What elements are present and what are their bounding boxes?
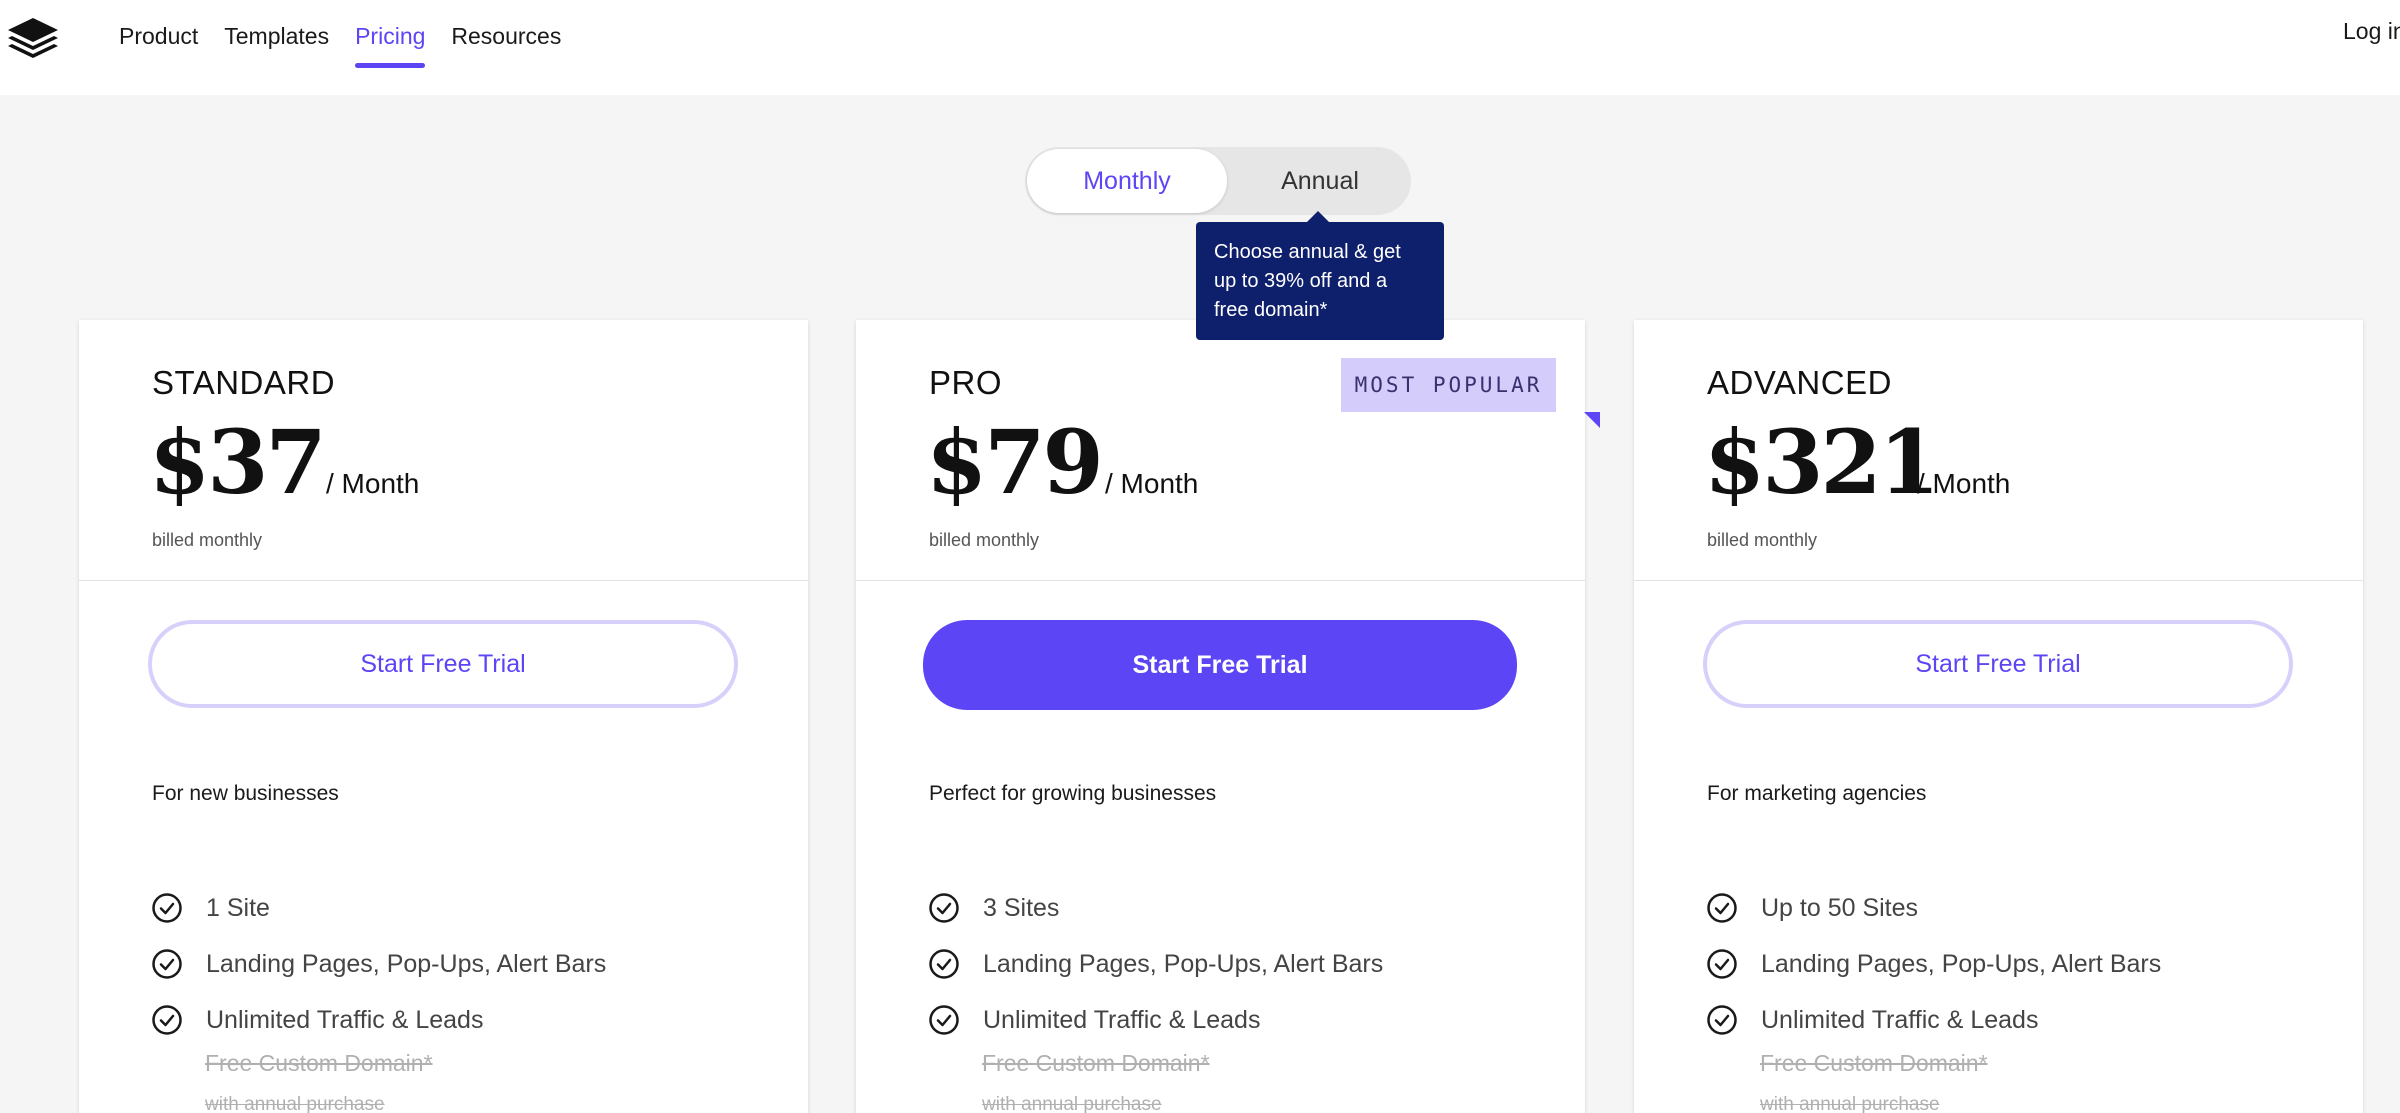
plan-price: $321 xyxy=(1704,410,1940,514)
struck-feature: Free Custom Domain* xyxy=(205,1050,433,1076)
feature-text: 1 Site xyxy=(206,893,270,922)
feature-text: Up to 50 Sites xyxy=(1761,893,1919,922)
struck-feature-note: with annual purchase xyxy=(982,1094,1162,1113)
plan-period: / Month xyxy=(1917,468,2011,499)
plan-period: / Month xyxy=(1105,468,1199,499)
billing-note: billed monthly xyxy=(152,530,263,550)
plan-period: / Month xyxy=(326,468,420,499)
plan-tagline: For new businesses xyxy=(152,782,339,805)
start-free-trial-button[interactable]: Start Free Trial xyxy=(1703,620,2293,708)
card-divider xyxy=(1634,580,2363,581)
feature-list: Up to 50 Sites Landing Pages, Pop-Ups, A… xyxy=(1706,880,2346,1048)
check-circle-icon xyxy=(152,949,182,979)
check-circle-icon xyxy=(152,1005,182,1035)
start-free-trial-button[interactable]: Start Free Trial xyxy=(148,620,738,708)
feature-item: Landing Pages, Pop-Ups, Alert Bars xyxy=(151,936,791,992)
check-circle-icon xyxy=(1707,1005,1737,1035)
check-circle-icon xyxy=(929,949,959,979)
feature-item: Unlimited Traffic & Leads xyxy=(928,992,1568,1048)
check-circle-icon xyxy=(1707,893,1737,923)
feature-item: 1 Site xyxy=(151,880,791,936)
feature-item: 3 Sites xyxy=(928,880,1568,936)
plan-tagline: Perfect for growing businesses xyxy=(929,782,1217,805)
plan-name: PRO xyxy=(929,364,1003,401)
nav-item-resources[interactable]: Resources xyxy=(451,0,561,95)
plan-name: STANDARD xyxy=(152,364,336,401)
login-link[interactable]: Log in xyxy=(2343,18,2400,45)
feature-text: Landing Pages, Pop-Ups, Alert Bars xyxy=(206,949,607,978)
check-circle-icon xyxy=(929,1005,959,1035)
badge-ribbon-fold xyxy=(1584,412,1600,428)
struck-feature: Free Custom Domain* xyxy=(982,1050,1210,1076)
billing-period-toggle: Monthly Annual xyxy=(1025,147,1411,215)
plan-card-advanced: ADVANCED $321 / Month billed monthly Sta… xyxy=(1634,320,2363,1113)
main-nav: Product Templates Pricing Resources xyxy=(119,0,587,95)
annual-discount-tooltip: Choose annual & get up to 39% off and a … xyxy=(1196,211,1444,340)
feature-item: Unlimited Traffic & Leads xyxy=(151,992,791,1048)
annual-option[interactable]: Annual xyxy=(1230,147,1410,215)
top-navigation-bar: Product Templates Pricing Resources Log … xyxy=(0,0,2400,95)
plan-card-standard: STANDARD $37 / Month billed monthly Star… xyxy=(79,320,808,1113)
feature-item: Landing Pages, Pop-Ups, Alert Bars xyxy=(928,936,1568,992)
most-popular-badge: MOST POPULAR xyxy=(1341,358,1556,412)
start-free-trial-button[interactable]: Start Free Trial xyxy=(923,620,1517,710)
card-divider xyxy=(856,580,1585,581)
struck-feature-note: with annual purchase xyxy=(205,1094,385,1113)
card-divider xyxy=(79,580,808,581)
check-circle-icon xyxy=(152,893,182,923)
layers-stack-icon[interactable] xyxy=(6,16,60,60)
feature-text: Unlimited Traffic & Leads xyxy=(983,1005,1261,1034)
check-circle-icon xyxy=(929,893,959,923)
nav-item-product[interactable]: Product xyxy=(119,0,198,95)
feature-list: 3 Sites Landing Pages, Pop-Ups, Alert Ba… xyxy=(928,880,1568,1048)
feature-text: Landing Pages, Pop-Ups, Alert Bars xyxy=(983,949,1384,978)
feature-list: 1 Site Landing Pages, Pop-Ups, Alert Bar… xyxy=(151,880,791,1048)
feature-item: Landing Pages, Pop-Ups, Alert Bars xyxy=(1706,936,2346,992)
struck-feature: Free Custom Domain* xyxy=(1760,1050,1988,1076)
nav-item-templates[interactable]: Templates xyxy=(224,0,329,95)
feature-text: 3 Sites xyxy=(983,893,1060,922)
check-circle-icon xyxy=(1707,949,1737,979)
plan-card-pro: PRO MOST POPULAR $79 / Month billed mont… xyxy=(856,320,1585,1113)
monthly-option[interactable]: Monthly xyxy=(1027,149,1227,213)
struck-feature-note: with annual purchase xyxy=(1760,1094,1940,1113)
feature-text: Unlimited Traffic & Leads xyxy=(1761,1005,2039,1034)
plan-price: $79 xyxy=(926,410,1104,514)
billing-note: billed monthly xyxy=(929,530,1040,550)
nav-item-pricing[interactable]: Pricing xyxy=(355,0,426,95)
plan-tagline: For marketing agencies xyxy=(1707,782,1927,805)
plan-name: ADVANCED xyxy=(1707,364,1892,401)
feature-item: Up to 50 Sites xyxy=(1706,880,2346,936)
plan-price: $37 xyxy=(149,410,327,514)
feature-text: Landing Pages, Pop-Ups, Alert Bars xyxy=(1761,949,2162,978)
feature-text: Unlimited Traffic & Leads xyxy=(206,1005,484,1034)
billing-note: billed monthly xyxy=(1707,530,1818,550)
feature-item: Unlimited Traffic & Leads xyxy=(1706,992,2346,1048)
